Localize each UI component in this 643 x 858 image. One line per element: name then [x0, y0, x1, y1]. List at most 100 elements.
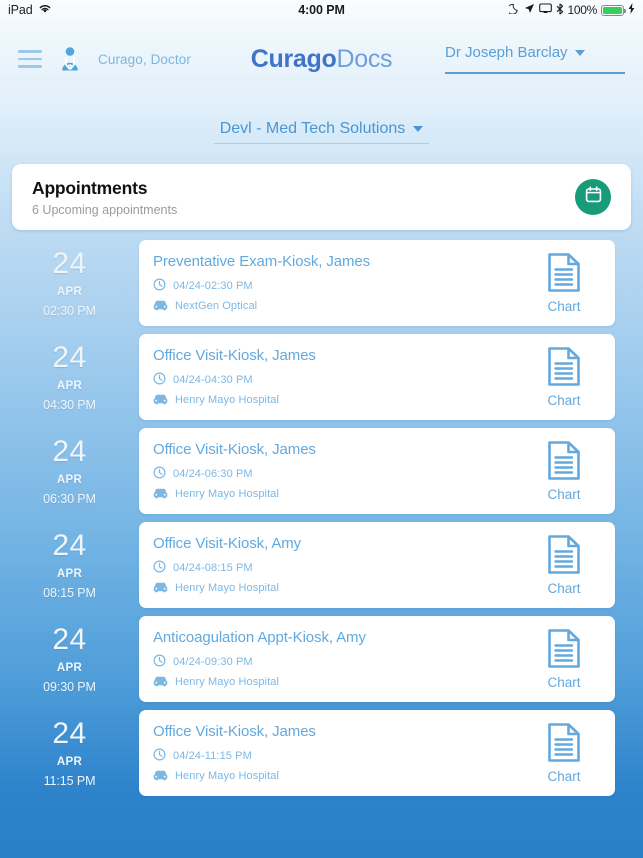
page-title: Appointments — [32, 177, 148, 198]
appointment-datetime-row: 04/24-11:15 PM — [153, 747, 527, 764]
chart-button[interactable]: Chart — [527, 440, 601, 502]
hamburger-menu-icon[interactable] — [18, 50, 42, 68]
appointment-day: 24 — [52, 623, 87, 656]
appointment-datetime-row: 04/24-02:30 PM — [153, 277, 527, 294]
appointment-title: Office Visit-Kiosk, James — [153, 440, 316, 458]
appointment-location-row: Henry Mayo Hospital — [153, 675, 527, 690]
chart-button[interactable]: Chart — [527, 534, 601, 596]
appointment-day: 24 — [52, 341, 87, 374]
appointment-day: 24 — [52, 435, 87, 468]
bluetooth-icon — [556, 2, 564, 18]
chart-button-label: Chart — [547, 487, 581, 502]
calendar-icon — [584, 185, 603, 209]
chart-button[interactable]: Chart — [527, 722, 601, 784]
appointment-card[interactable]: Office Visit-Kiosk, James 04/24-06:30 PM — [139, 428, 615, 514]
appointment-month: APR — [56, 756, 83, 768]
appointment-details: Anticoagulation Appt-Kiosk, Amy 04/24-09… — [153, 629, 527, 690]
appointment-row: 24 APR 08:15 PM Office Visit-Kiosk, Amy … — [0, 518, 643, 612]
appointment-datetime-row: 04/24-06:30 PM — [153, 465, 527, 482]
appointment-location-row: Henry Mayo Hospital — [153, 487, 527, 502]
appointment-datetime-label: 04/24-08:15 PM — [173, 561, 253, 574]
ios-status-bar: iPad 4:00 PM 100% — [0, 0, 643, 20]
appointment-row: 24 APR 11:15 PM Office Visit-Kiosk, Jame… — [0, 706, 643, 800]
appointment-title: Anticoagulation Appt-Kiosk, Amy — [153, 628, 366, 646]
appointment-location-label: NextGen Optical — [175, 300, 258, 312]
clock-icon — [153, 371, 166, 388]
appointment-details: Office Visit-Kiosk, James 04/24-04:30 PM — [153, 347, 527, 408]
brand-secondary: Docs — [336, 44, 393, 73]
header-right-group: Dr Joseph Barclay — [445, 44, 625, 74]
document-icon — [547, 535, 581, 579]
document-icon — [547, 629, 581, 673]
appointment-time: 09:30 PM — [43, 679, 96, 694]
appointment-datetime-label: 04/24-09:30 PM — [173, 655, 253, 668]
appointment-day: 24 — [52, 717, 87, 750]
appointment-datetime-label: 04/24-04:30 PM — [173, 373, 253, 386]
document-icon — [547, 347, 581, 391]
appointment-date-column: 24 APR 08:15 PM — [0, 531, 139, 599]
appointment-title: Preventative Exam-Kiosk, James — [153, 252, 371, 270]
car-icon — [153, 675, 168, 690]
chart-button[interactable]: Chart — [527, 628, 601, 690]
organization-selector-row: Devl - Med Tech Solutions — [0, 98, 643, 158]
location-arrow-icon — [524, 3, 535, 17]
organization-dropdown[interactable]: Devl - Med Tech Solutions — [213, 120, 430, 144]
chart-button-label: Chart — [547, 393, 581, 408]
user-account-dropdown[interactable]: Dr Joseph Barclay — [445, 44, 625, 74]
appointment-row: 24 APR 04:30 PM Office Visit-Kiosk, Jame… — [0, 330, 643, 424]
appointment-month: APR — [56, 568, 83, 580]
doctor-role-label: Curago, Doctor — [98, 51, 191, 67]
battery-percent-label: 100% — [567, 3, 598, 17]
appointment-location-label: Henry Mayo Hospital — [175, 676, 279, 688]
appointment-card[interactable]: Office Visit-Kiosk, Amy 04/24-08:15 PM H… — [139, 522, 615, 608]
appointment-date-column: 24 APR 04:30 PM — [0, 343, 139, 411]
appointment-month: APR — [56, 662, 83, 674]
car-icon — [153, 769, 168, 784]
chevron-down-icon — [574, 49, 585, 56]
appointment-location-label: Henry Mayo Hospital — [175, 770, 279, 782]
chart-button-label: Chart — [547, 581, 581, 596]
appointment-datetime-label: 04/24-02:30 PM — [173, 279, 253, 292]
appointment-card[interactable]: Preventative Exam-Kiosk, James 04/24-02:… — [139, 240, 615, 326]
appointments-summary-card: Appointments 6 Upcoming appointments — [12, 164, 631, 230]
chart-button-label: Chart — [547, 299, 581, 314]
clock-icon — [153, 747, 166, 764]
clock-icon — [153, 277, 166, 294]
appointment-location-row: Henry Mayo Hospital — [153, 581, 527, 596]
document-icon — [547, 441, 581, 485]
status-bar-right: 100% — [506, 2, 636, 18]
appointment-month: APR — [56, 286, 83, 298]
appointment-location-label: Henry Mayo Hospital — [175, 394, 279, 406]
appointment-card[interactable]: Office Visit-Kiosk, James 04/24-04:30 PM — [139, 334, 615, 420]
app-root: iPad 4:00 PM 100% Curago, Doctor CuragoD… — [0, 0, 643, 858]
appointment-time: 02:30 PM — [43, 303, 96, 318]
appointment-title: Office Visit-Kiosk, James — [153, 722, 316, 740]
appointment-day: 24 — [52, 529, 87, 562]
appointment-details: Office Visit-Kiosk, James 04/24-11:15 PM — [153, 723, 527, 784]
clock-icon — [153, 559, 166, 576]
appointment-datetime-row: 04/24-04:30 PM — [153, 371, 527, 388]
upcoming-count-label: 6 Upcoming appointments — [32, 203, 178, 218]
appointment-month: APR — [56, 380, 83, 392]
appointment-datetime-row: 04/24-08:15 PM — [153, 559, 527, 576]
appointment-details: Preventative Exam-Kiosk, James 04/24-02:… — [153, 253, 527, 314]
user-name-label: Dr Joseph Barclay — [445, 44, 568, 61]
battery-icon — [601, 4, 626, 16]
chart-button[interactable]: Chart — [527, 252, 601, 314]
appointment-date-column: 24 APR 09:30 PM — [0, 625, 139, 693]
brand-primary: Curago — [250, 44, 337, 73]
calendar-button[interactable] — [575, 179, 611, 215]
appointment-day: 24 — [52, 247, 87, 280]
moon-icon — [506, 3, 520, 17]
appointment-datetime-label: 04/24-06:30 PM — [173, 467, 253, 480]
appointment-time: 11:15 PM — [43, 773, 96, 788]
appointment-card[interactable]: Anticoagulation Appt-Kiosk, Amy 04/24-09… — [139, 616, 615, 702]
appointment-location-row: Henry Mayo Hospital — [153, 393, 527, 408]
appointment-card[interactable]: Office Visit-Kiosk, James 04/24-11:15 PM — [139, 710, 615, 796]
appointment-time: 06:30 PM — [43, 491, 96, 506]
organization-label: Devl - Med Tech Solutions — [219, 120, 406, 137]
chart-button[interactable]: Chart — [527, 346, 601, 408]
appointments-list: 24 APR 02:30 PM Preventative Exam-Kiosk,… — [0, 236, 643, 800]
appointment-time: 08:15 PM — [43, 585, 96, 600]
clock-icon — [153, 465, 166, 482]
